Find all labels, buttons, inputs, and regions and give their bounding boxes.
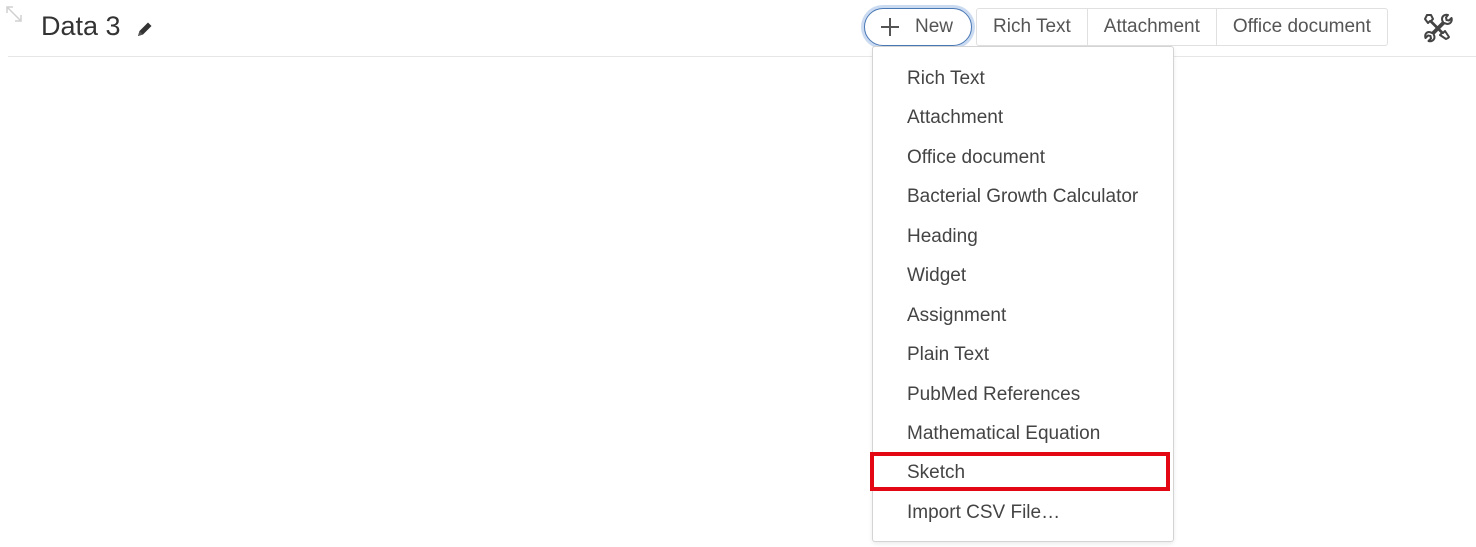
toolbar: New Rich Text Attachment Office document <box>864 8 1388 46</box>
menu-item-assignment[interactable]: Assignment <box>873 296 1173 335</box>
menu-item-sketch[interactable]: Sketch <box>870 452 1173 492</box>
new-item-dropdown-menu: Rich Text Attachment Office document Bac… <box>870 46 1174 542</box>
menu-item-bacterial-growth-calculator[interactable]: Bacterial Growth Calculator <box>873 177 1173 216</box>
menu-item-office-document[interactable]: Office document <box>873 138 1173 177</box>
menu-item-rich-text[interactable]: Rich Text <box>873 59 1173 98</box>
rich-text-button[interactable]: Rich Text <box>977 9 1087 45</box>
plus-icon <box>881 18 899 36</box>
attachment-button[interactable]: Attachment <box>1086 9 1216 45</box>
menu-item-pubmed-references[interactable]: PubMed References <box>873 375 1173 414</box>
menu-item-heading[interactable]: Heading <box>873 217 1173 256</box>
quick-add-button-group: Rich Text Attachment Office document <box>976 8 1388 46</box>
page-title: Data 3 <box>41 11 121 41</box>
tools-icon[interactable] <box>1422 11 1454 43</box>
menu-item-mathematical-equation[interactable]: Mathematical Equation <box>873 414 1173 453</box>
new-button[interactable]: New <box>864 8 972 46</box>
office-document-button[interactable]: Office document <box>1215 9 1387 45</box>
new-button-label: New <box>915 16 954 37</box>
menu-item-plain-text[interactable]: Plain Text <box>873 335 1173 374</box>
pencil-icon[interactable] <box>135 19 155 39</box>
dropdown-list: Rich Text Attachment Office document Bac… <box>870 47 1173 532</box>
menu-item-import-csv-file[interactable]: Import CSV File… <box>873 493 1173 532</box>
menu-item-attachment[interactable]: Attachment <box>873 98 1173 137</box>
page: Data 3 New Rich Text Attachment Office d… <box>0 0 1476 547</box>
menu-item-widget[interactable]: Widget <box>873 256 1173 295</box>
